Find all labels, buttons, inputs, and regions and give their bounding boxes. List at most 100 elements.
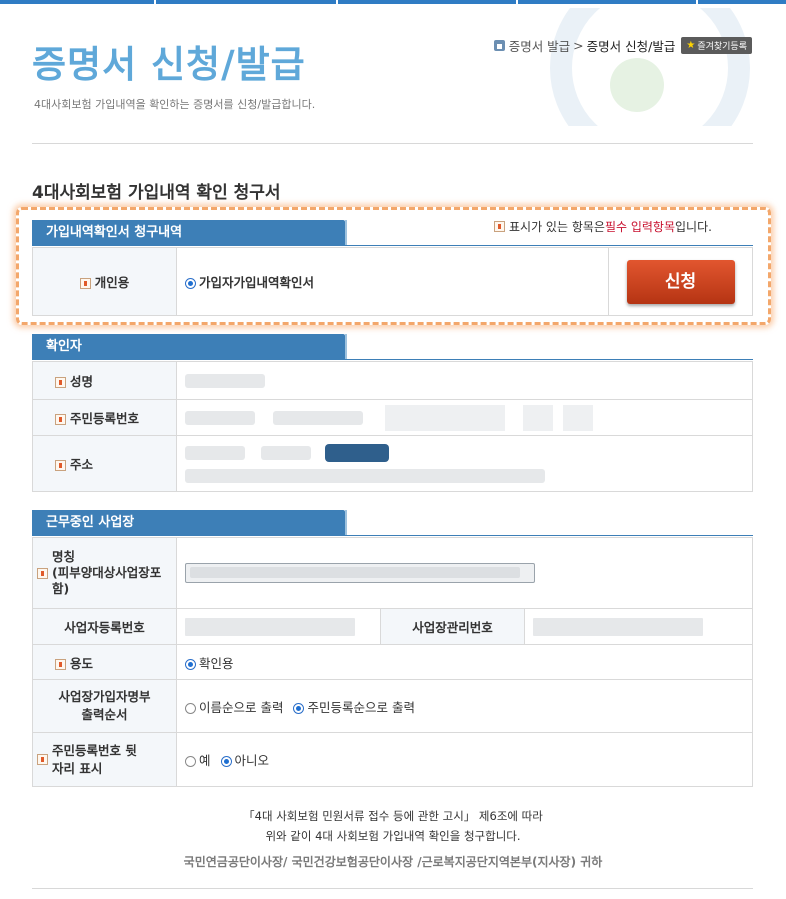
header-divider — [32, 143, 753, 144]
purpose-confirm-radio[interactable] — [185, 658, 196, 670]
apply-cell: 신청 — [608, 247, 753, 316]
order-by-name-radio[interactable] — [185, 702, 196, 714]
breadcrumb-home[interactable]: 증명서 발급 — [509, 36, 570, 55]
rrn-back-label-cell: 주민등록번호 뒷 자리 표시 — [32, 732, 177, 787]
company-label-line1: 명칭 — [52, 549, 76, 564]
required-icon — [37, 567, 48, 579]
section-line — [345, 359, 753, 360]
page-subtitle: 4대사회보험 가입내역을 확인하는 증명서를 신청/발급합니다. — [34, 98, 316, 111]
add-favorite-label: 즐겨찾기등록 — [697, 42, 747, 52]
company-value-cell — [176, 537, 753, 609]
order-value-cell: 이름순으로 출력 주민등록순으로 출력 — [176, 679, 753, 733]
bizreg-value-cell — [176, 608, 381, 645]
rrn-back-label-line2: 자리 표시 — [52, 760, 103, 776]
section-tab-request: 가입내역확인서 청구내역 — [32, 220, 347, 246]
name-value-redacted — [185, 374, 265, 389]
footer-addressee: 국민연금공단이사장/ 국민건강보험공단이사장 /근로복지공단지역본부(지사장) … — [183, 855, 603, 869]
bizmgmt-value-cell — [524, 608, 753, 645]
small-box-redacted — [562, 404, 593, 431]
bizmgmt-label-cell: 사업장관리번호 — [380, 608, 525, 645]
required-note-highlight: 필수 입력항목 — [604, 220, 676, 234]
rrn-front-redacted — [185, 410, 255, 425]
home-icon[interactable] — [493, 40, 505, 51]
rrn-value-cell — [176, 399, 753, 436]
bizreg-label-cell: 사업자등록번호 — [32, 608, 177, 645]
zip2-redacted — [260, 445, 311, 460]
required-icon — [55, 414, 66, 425]
required-note: 표시가 있는 항목은 필수 입력항목 입니다. — [494, 218, 712, 235]
add-favorite-button[interactable]: ★ 즐겨찾기등록 — [681, 37, 752, 54]
order-label-cell: 사업장가입자명부 출력순서 — [32, 679, 177, 733]
personal-option-cell: 가입자가입내역확인서 — [176, 247, 609, 316]
rrn-back-no-label: 아니오 — [234, 753, 270, 768]
zip-redacted — [185, 445, 245, 460]
subscriber-history-radio[interactable] — [185, 278, 196, 289]
section-tab-workplace: 근무중인 사업장 — [32, 510, 347, 536]
name-label: 성명 — [70, 374, 94, 389]
watermark-logo-icon — [540, 8, 770, 126]
section-line — [345, 535, 753, 536]
breadcrumb-current: 증명서 신청/발급 — [586, 39, 676, 54]
company-label-line2: (피부양대상사업장포 — [52, 565, 162, 580]
address-label: 주소 — [70, 457, 94, 472]
workplace-table: 명칭 (피부양대상사업장포 함) 사업자등록번호 사업장관리번호 용도 확인용 … — [32, 537, 753, 787]
rrn-back-label-line1: 주민등록번호 뒷 — [52, 742, 137, 758]
page-title: 증명서 신청/발급 — [32, 43, 306, 86]
order-by-rrn-label: 주민등록순으로 출력 — [307, 699, 415, 715]
verify-box-redacted — [384, 404, 505, 431]
breadcrumb-separator: > — [573, 38, 584, 53]
footer-notice-line1: 「4대 사회보험 민원서류 접수 등에 관한 고시」 제6조에 따라 — [243, 809, 543, 823]
required-icon — [37, 754, 48, 765]
order-label-line2: 출력순서 — [81, 707, 128, 722]
purpose-confirm-label: 확인용 — [199, 655, 234, 671]
required-icon — [55, 377, 66, 388]
purpose-label-cell: 용도 — [32, 644, 177, 680]
rrn-label: 주민등록번호 — [70, 411, 140, 426]
name-label-cell: 성명 — [32, 361, 177, 400]
order-by-name-label: 이름순으로 출력 — [199, 699, 284, 715]
apply-button[interactable]: 신청 — [626, 259, 735, 304]
request-table: 개인용 가입자가입내역확인서 신청 — [32, 247, 753, 316]
rrn-back-yes-radio[interactable] — [185, 756, 196, 767]
address-redacted — [185, 469, 545, 484]
section-line — [345, 245, 753, 246]
footer-divider — [32, 888, 753, 889]
small-box-redacted — [522, 404, 553, 431]
rrn-back-redacted — [272, 410, 363, 425]
form-title: 4대사회보험 가입내역 확인 청구서 — [32, 183, 281, 203]
required-note-prefix: 표시가 있는 항목은 — [509, 220, 605, 234]
company-label-cell: 명칭 (피부양대상사업장포 함) — [32, 537, 177, 609]
required-note-suffix: 입니다. — [675, 220, 712, 234]
rrn-label-cell: 주민등록번호 — [32, 399, 177, 436]
purpose-label: 용도 — [70, 655, 94, 671]
address-value-cell — [176, 435, 753, 492]
rrn-back-no-radio[interactable] — [220, 756, 232, 767]
verifier-table: 성명 주민등록번호 주소 — [32, 361, 753, 492]
required-icon — [494, 221, 505, 232]
rrn-back-value-cell: 예 아니오 — [176, 732, 753, 787]
required-icon — [79, 278, 91, 289]
section-tab-verifier: 확인자 — [32, 334, 347, 360]
bizreg-label: 사업자등록번호 — [64, 620, 145, 635]
row-label-personal: 개인용 — [32, 247, 177, 316]
order-label-line1: 사업장가입자명부 — [58, 689, 151, 704]
purpose-value-cell: 확인용 — [176, 644, 753, 680]
order-by-rrn-radio[interactable] — [293, 702, 305, 714]
bizmgmt-redacted — [533, 617, 703, 636]
address-search-button[interactable] — [324, 443, 389, 462]
address-label-cell: 주소 — [32, 435, 177, 492]
required-icon — [55, 658, 66, 670]
company-name-input[interactable] — [185, 563, 535, 583]
company-label-line3: 함) — [52, 581, 70, 596]
top-nav-strip — [0, 0, 786, 4]
bizmgmt-label: 사업장관리번호 — [412, 620, 493, 635]
personal-label: 개인용 — [94, 275, 130, 290]
breadcrumb: 증명서 발급 > 증명서 신청/발급 ★ 즐겨찾기등록 — [493, 36, 752, 55]
name-value-cell — [176, 361, 753, 400]
footer-notice-line2: 위와 같이 4대 사회보험 가입내역 확인을 청구합니다. — [265, 829, 521, 843]
subscriber-history-label: 가입자가입내역확인서 — [199, 275, 315, 290]
star-icon: ★ — [686, 40, 696, 51]
required-icon — [55, 460, 66, 471]
rrn-back-yes-label: 예 — [199, 753, 211, 768]
bizreg-redacted — [185, 617, 355, 636]
